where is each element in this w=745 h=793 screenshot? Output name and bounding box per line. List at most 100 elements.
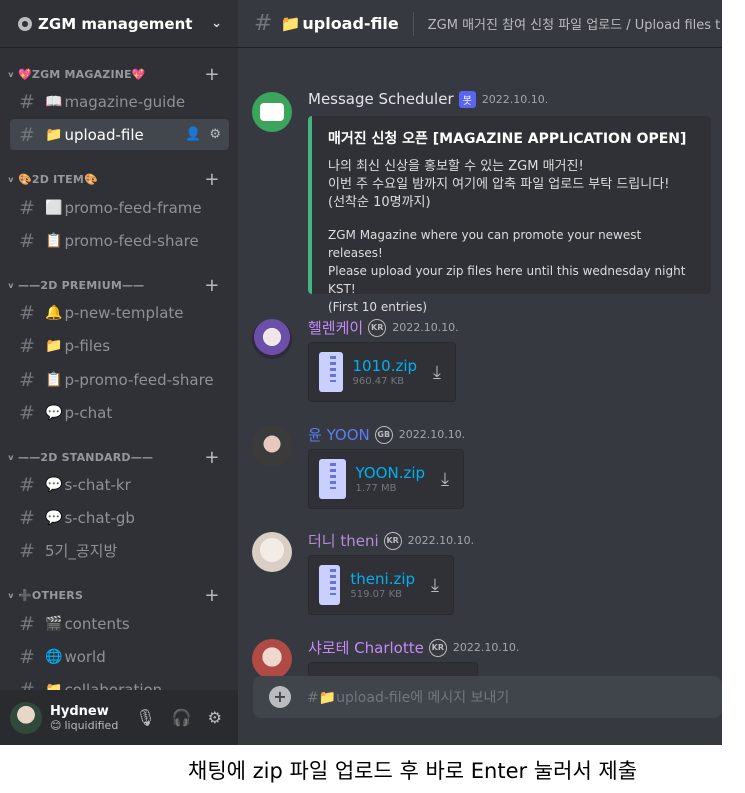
timestamp: 2022.10.10. — [398, 428, 466, 441]
chevron-down-icon: v — [8, 174, 14, 184]
file-size: 519.07 KB — [350, 589, 402, 600]
message-file-upload: 헬렌케이 KR 2022.10.10. 1010.zip 960.47 KB ⤓ — [252, 317, 712, 407]
server-name: ZGM management — [38, 14, 193, 33]
text-channel-icon: # — [254, 11, 273, 36]
add-channel-icon[interactable]: + — [202, 447, 222, 468]
channel-title: upload-file — [302, 14, 399, 33]
add-attachment-icon[interactable]: + — [269, 686, 291, 708]
text-channel-icon: # — [19, 506, 35, 529]
add-member-icon[interactable]: 👤 — [185, 127, 201, 142]
announcement-embed: 매거진 신청 오픈 [MAGAZINE APPLICATION OPEN] 나의… — [308, 116, 711, 314]
download-icon[interactable]: ⤓ — [433, 362, 441, 383]
channel-p-new-template[interactable]: # 🔔 p-new-template — [10, 297, 229, 328]
download-icon[interactable]: ⤓ — [431, 575, 439, 596]
mute-mic-icon[interactable]: 🎙 — [135, 708, 155, 727]
avatar[interactable] — [252, 92, 292, 132]
channel-magazine-guide[interactable]: # 📖 magazine-guide — [10, 86, 229, 117]
channel-promo-feed-share[interactable]: # 📋 promo-feed-share — [10, 225, 229, 256]
channel-upload-file[interactable]: # 📁 upload-file 👤 ⚙ — [10, 119, 229, 150]
channel-label: p-files — [64, 336, 111, 355]
channel-contents[interactable]: # 🎬 contents — [10, 608, 229, 639]
category-2d-premium[interactable]: v ——2D PREMIUM—— + — [0, 275, 238, 296]
channel-world[interactable]: # 🌐 world — [10, 641, 229, 672]
gear-icon[interactable]: ⚙ — [208, 708, 222, 727]
country-flag-badge: KR — [428, 638, 447, 657]
bot-avatar-icon — [260, 103, 284, 121]
add-channel-icon[interactable]: + — [202, 585, 222, 606]
channel-label: p-chat — [64, 403, 113, 422]
country-flag-badge: KR — [368, 318, 387, 337]
text-channel-icon: # — [19, 229, 35, 252]
author-name[interactable]: 헬렌케이 — [308, 317, 363, 338]
download-icon[interactable]: ⤓ — [441, 469, 449, 490]
category-zgm-magazine[interactable]: v 💖ZGM MAGAZINE💖 + — [0, 64, 238, 85]
channel-emoji: 🌐 — [45, 648, 63, 665]
message-input[interactable]: + #📁upload-file에 메시지 보내기 — [253, 676, 722, 718]
channel-label: promo-feed-frame — [64, 198, 202, 217]
channel-label: s-chat-gb — [64, 508, 135, 527]
text-channel-icon: # — [19, 473, 35, 496]
file-name-link[interactable]: theni.zip — [350, 570, 415, 588]
message-scheduler: Message Scheduler 봇 2022.10.10. 매거진 신청 오… — [252, 90, 712, 314]
message-file-upload: 더니 theni KR 2022.10.10. theni.zip 519.07… — [252, 530, 712, 620]
channel-label: p-promo-feed-share — [64, 370, 214, 389]
channel-label: promo-feed-share — [64, 231, 199, 250]
add-channel-icon[interactable]: + — [202, 64, 222, 85]
category-2d-item[interactable]: v 🎨2D ITEM🎨 + — [0, 169, 238, 190]
zip-file-icon — [319, 565, 341, 605]
text-channel-icon: # — [19, 123, 35, 146]
add-channel-icon[interactable]: + — [202, 275, 222, 296]
author-name[interactable]: 윤 YOON — [308, 424, 370, 445]
author-name[interactable]: 샤로테 Charlotte — [308, 637, 424, 658]
embed-line: Please upload your zip files here until … — [328, 264, 686, 296]
embed-line: 이번 주 수요일 밤까지 여기에 압축 파일 업로드 부탁 드립니다! — [328, 177, 670, 192]
chevron-down-icon: v — [8, 280, 14, 290]
channel-emoji: 📁 — [280, 14, 301, 33]
chevron-down-icon: v — [8, 452, 14, 462]
channel-emoji: 📁 — [45, 337, 63, 354]
channel-p-promo-feed-share[interactable]: # 📋 p-promo-feed-share — [10, 364, 229, 395]
avatar[interactable] — [252, 319, 292, 359]
channel-emoji: 💬 — [45, 404, 63, 421]
author-name[interactable]: 더니 theni — [308, 530, 379, 551]
gear-icon[interactable]: ⚙ — [209, 127, 221, 142]
channel-s-chat-gb[interactable]: # 💬 s-chat-gb — [10, 502, 229, 533]
text-channel-icon: # — [19, 612, 35, 635]
category-others[interactable]: v ➕OTHERS + — [0, 585, 238, 606]
channel-p-files[interactable]: # 📁 p-files — [10, 330, 229, 361]
caption-text: 채팅에 zip 파일 업로드 후 바로 Enter 눌러서 제출 — [188, 759, 638, 783]
avatar[interactable] — [252, 532, 292, 572]
channel-emoji: 📖 — [45, 93, 63, 110]
headphones-icon[interactable]: 🎧 — [172, 708, 192, 727]
channel-promo-feed-frame[interactable]: # ⬜ promo-feed-frame — [10, 192, 229, 223]
channel-label: world — [64, 647, 106, 666]
category-label: ——2D STANDARD—— — [18, 450, 154, 464]
add-channel-icon[interactable]: + — [202, 169, 222, 190]
file-size: 1.77 MB — [355, 483, 397, 494]
bot-badge: 봇 — [458, 90, 476, 108]
chevron-down-icon[interactable]: ⌄ — [211, 16, 222, 31]
avatar[interactable] — [252, 639, 292, 679]
country-flag-badge: GB — [374, 425, 393, 444]
channel-label: magazine-guide — [64, 92, 186, 111]
channel-topic[interactable]: ZGM 매거진 참여 신청 파일 업로드 / Upload files t — [428, 14, 721, 33]
file-name-link[interactable]: YOON.zip — [356, 464, 426, 482]
avatar[interactable] — [10, 701, 42, 734]
channel-5th-notice[interactable]: # 5기_공지방 — [10, 535, 229, 566]
file-attachment: theni.zip 519.07 KB ⤓ — [308, 555, 454, 615]
text-channel-icon: # — [19, 368, 35, 391]
channel-p-chat[interactable]: # 💬 p-chat — [10, 397, 229, 428]
chevron-down-icon: v — [8, 590, 14, 600]
divider — [412, 11, 414, 36]
file-name-link[interactable]: 1010.zip — [353, 357, 418, 375]
channel-s-chat-kr[interactable]: # 💬 s-chat-kr — [10, 469, 229, 500]
category-2d-standard[interactable]: v ——2D STANDARD—— + — [0, 447, 238, 468]
file-attachment: YOON.zip 1.77 MB ⤓ — [308, 449, 464, 509]
avatar[interactable] — [252, 426, 292, 466]
channel-emoji: 💬 — [45, 509, 63, 526]
server-header[interactable]: ZGM management ⌄ — [0, 0, 238, 48]
timestamp: 2022.10.10. — [481, 92, 549, 106]
embed-line: (First 10 entries) — [328, 300, 428, 314]
author-name[interactable]: Message Scheduler — [308, 90, 454, 108]
timestamp: 2022.10.10. — [452, 641, 520, 654]
